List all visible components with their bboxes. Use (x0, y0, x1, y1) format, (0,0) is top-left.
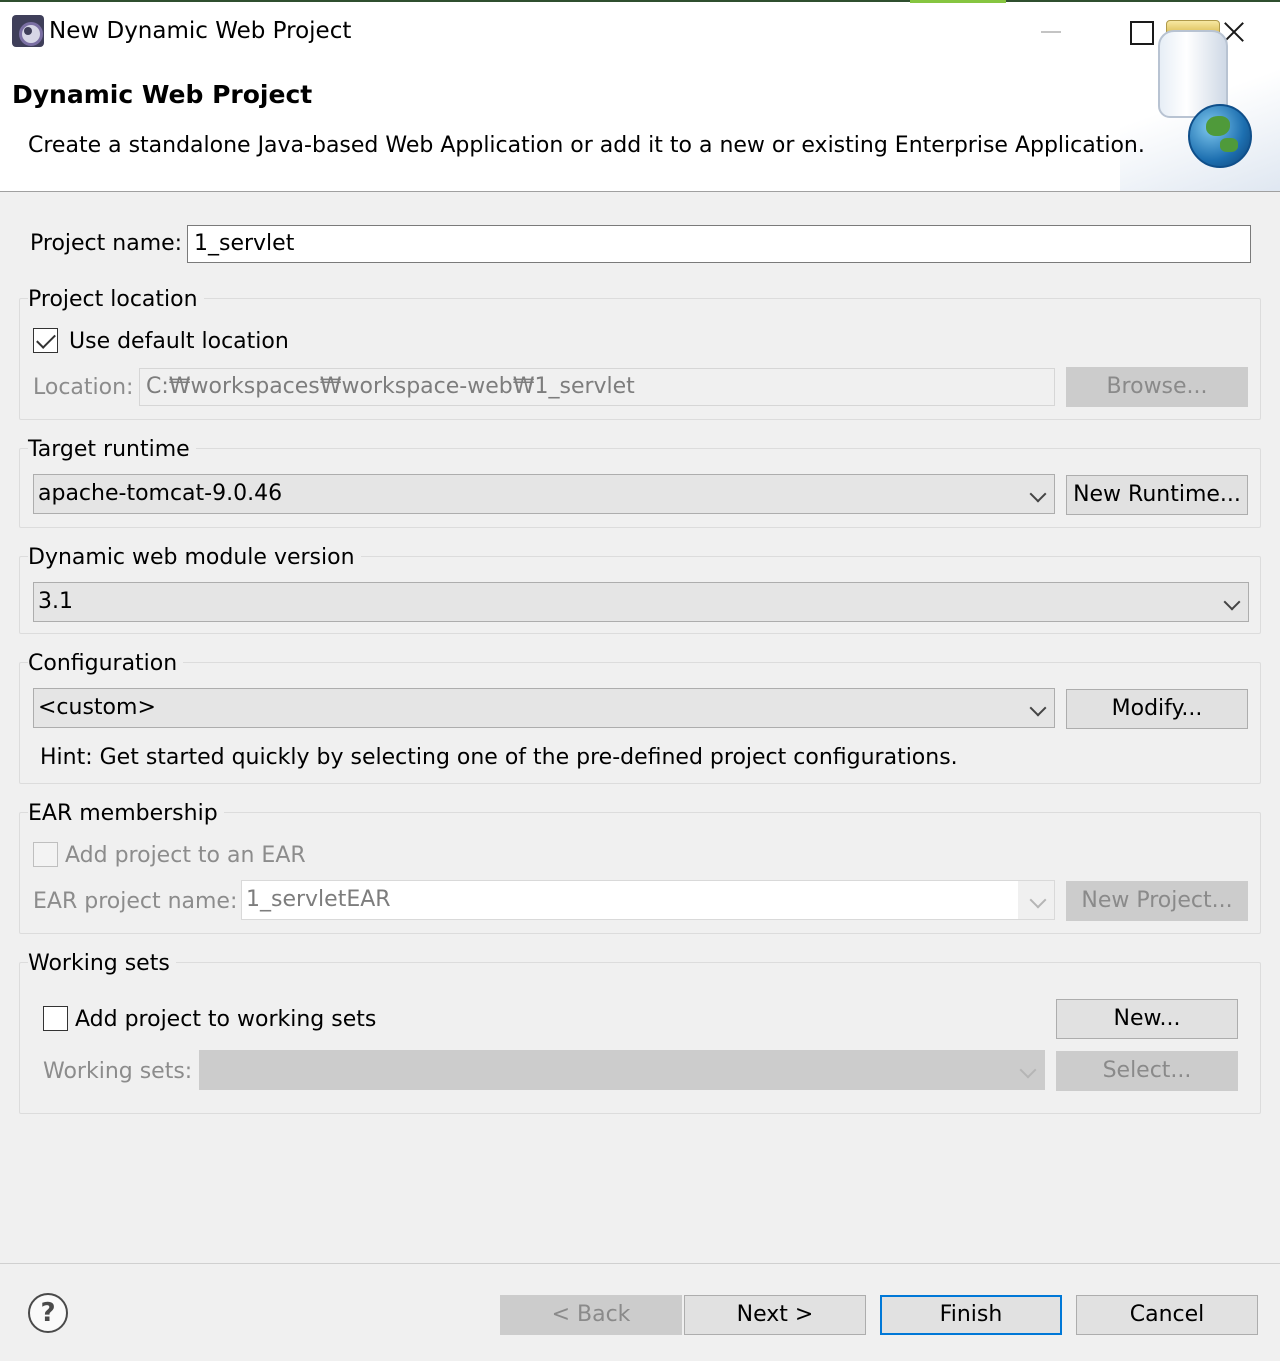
use-default-location-label: Use default location (69, 329, 289, 354)
chevron-down-icon (1029, 485, 1047, 503)
new-runtime-button[interactable]: New Runtime... (1066, 475, 1248, 515)
finish-button[interactable]: Finish (880, 1295, 1062, 1335)
module-version-title: Dynamic web module version (28, 545, 361, 570)
next-button[interactable]: Next > (684, 1295, 866, 1335)
configuration-select[interactable]: <custom> (33, 688, 1055, 728)
wizard-header: Dynamic Web Project Create a standalone … (0, 60, 1280, 192)
add-to-working-sets-checkbox[interactable] (43, 1006, 68, 1031)
cancel-button[interactable]: Cancel (1076, 1295, 1258, 1335)
location-input[interactable]: C:₩workspaces₩workspace-web₩1_servlet (139, 368, 1055, 406)
configuration-title: Configuration (28, 651, 184, 676)
ear-project-name-value: 1_servletEAR (242, 881, 1018, 919)
title-bar: New Dynamic Web Project (0, 0, 1280, 60)
eclipse-app-icon (12, 15, 44, 47)
back-button[interactable]: < Back (500, 1295, 682, 1335)
chevron-down-icon (1029, 699, 1047, 717)
working-sets-select[interactable] (199, 1050, 1045, 1090)
page-title: Dynamic Web Project (12, 80, 313, 109)
ear-project-name-select[interactable]: 1_servletEAR (241, 880, 1055, 920)
browse-button[interactable]: Browse... (1066, 367, 1248, 407)
window-title: New Dynamic Web Project (49, 18, 352, 44)
add-to-ear-label: Add project to an EAR (65, 843, 306, 868)
add-to-ear-checkbox[interactable] (33, 842, 58, 867)
chevron-down-icon (1223, 593, 1241, 611)
page-description: Create a standalone Java-based Web Appli… (28, 133, 1145, 158)
target-runtime-value: apache-tomcat-9.0.46 (38, 481, 283, 506)
title-bar-accent (910, 0, 1006, 3)
working-sets-label: Working sets: (43, 1059, 193, 1084)
target-runtime-select[interactable]: apache-tomcat-9.0.46 (33, 474, 1055, 514)
chevron-down-icon (1029, 891, 1047, 909)
select-working-sets-button[interactable]: Select... (1056, 1051, 1238, 1091)
module-version-select[interactable]: 3.1 (33, 582, 1249, 622)
chevron-down-icon (1019, 1061, 1037, 1079)
new-project-button[interactable]: New Project... (1066, 881, 1248, 921)
configuration-value: <custom> (38, 695, 156, 720)
working-sets-title: Working sets (28, 951, 176, 976)
project-name-input[interactable]: 1_servlet (187, 225, 1251, 263)
location-label: Location: (33, 375, 134, 400)
globe-icon (1188, 104, 1252, 168)
use-default-location-checkbox[interactable] (33, 328, 58, 353)
minimize-button[interactable] (1028, 14, 1074, 50)
help-icon[interactable]: ? (28, 1293, 68, 1333)
new-working-set-button[interactable]: New... (1056, 999, 1238, 1039)
target-runtime-title: Target runtime (28, 437, 196, 462)
module-version-value: 3.1 (38, 589, 73, 614)
ear-membership-title: EAR membership (28, 801, 224, 826)
configuration-hint: Hint: Get started quickly by selecting o… (40, 745, 958, 770)
ear-project-name-label: EAR project name: (33, 889, 238, 914)
project-location-title: Project location (28, 287, 204, 312)
add-to-working-sets-label: Add project to working sets (75, 1007, 377, 1032)
project-name-label: Project name: (30, 231, 183, 256)
footer-separator (0, 1263, 1280, 1264)
modify-button[interactable]: Modify... (1066, 689, 1248, 729)
